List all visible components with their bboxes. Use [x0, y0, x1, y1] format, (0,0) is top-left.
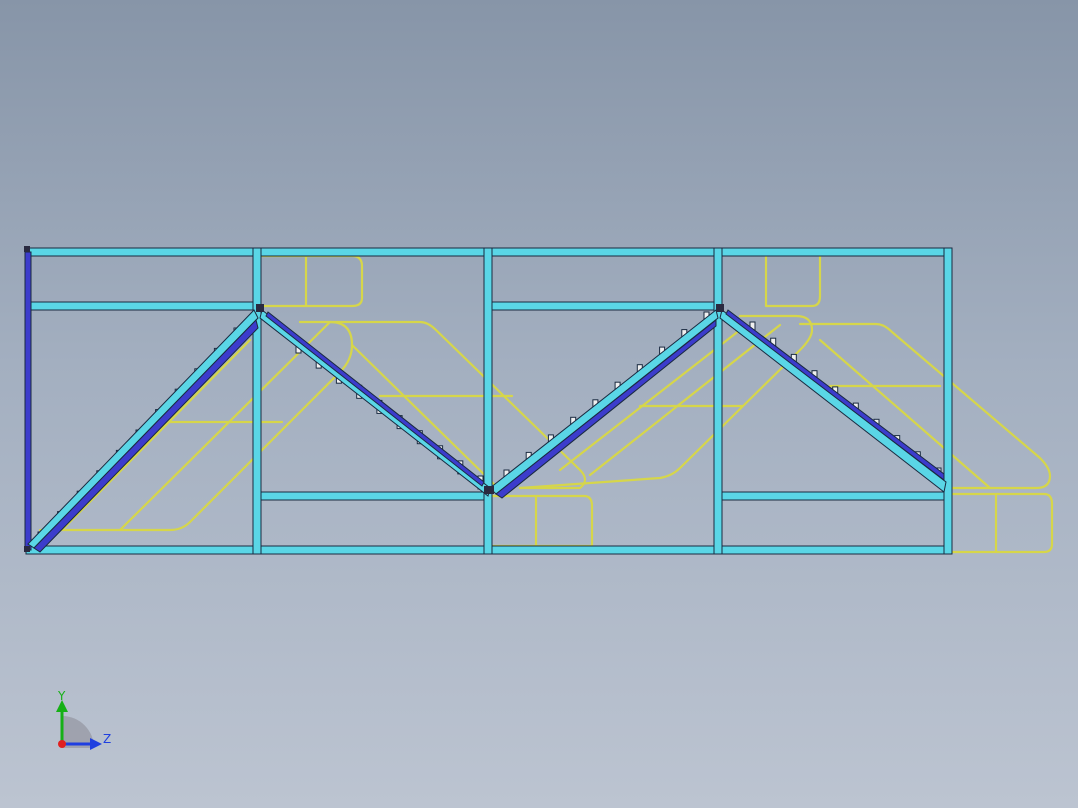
landing-beam-upper-1	[29, 301, 259, 311]
joint-col3-upper	[716, 304, 724, 312]
column-4	[943, 247, 953, 555]
steel-frame	[25, 247, 953, 555]
handrail-top-right	[764, 254, 822, 308]
handrail-bottom-mid	[490, 494, 594, 548]
stringer-flight2-blue	[265, 311, 485, 487]
landing-beam-upper-2	[489, 301, 719, 311]
handrail-flight3-b	[558, 328, 742, 472]
landing-beam-lower-1	[257, 491, 491, 501]
stringer-flight4-cyan	[719, 309, 947, 493]
column-3	[713, 247, 723, 555]
column-1	[252, 247, 262, 555]
joint-col1-upper	[256, 304, 264, 312]
3d-viewport[interactable]: Y Z	[0, 0, 1078, 808]
column-left-end	[24, 251, 32, 551]
handrail-flight1-b	[60, 338, 252, 532]
orientation-triad[interactable]: Y Z	[56, 689, 111, 750]
handrails	[38, 254, 1054, 554]
triad-origin	[58, 740, 66, 748]
landing-beam-lower-2	[717, 491, 951, 501]
column-2	[483, 247, 493, 555]
triad-z-arrow	[90, 738, 102, 750]
stair-frame-model[interactable]: Y Z	[0, 0, 1078, 808]
joint-col2-lower	[484, 486, 494, 494]
handrail-bottom-right	[948, 492, 1054, 554]
stringer-flight4-blue	[725, 309, 945, 482]
stringer-flight1-blue	[33, 319, 259, 553]
stringer-flight3-blue	[495, 318, 717, 499]
handrail-top-left	[260, 254, 364, 308]
joint-top-left	[24, 246, 30, 252]
handrail-flight2-b	[350, 343, 502, 492]
joint-bottom-left	[24, 546, 30, 552]
triad-y-label: Y	[57, 689, 66, 703]
triad-z-label: Z	[103, 732, 111, 746]
